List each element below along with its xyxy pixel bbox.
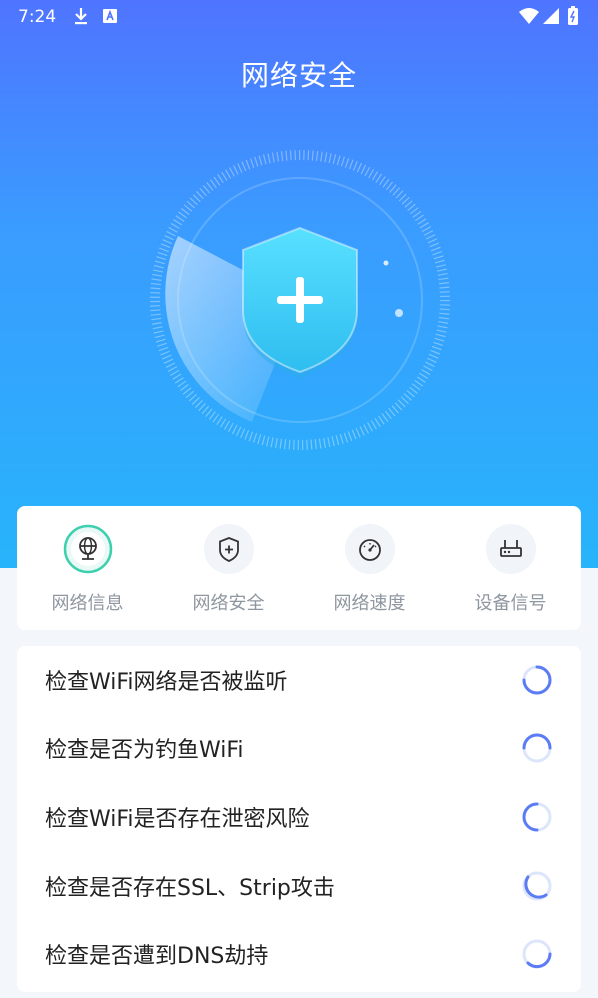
signal-icon <box>543 8 559 24</box>
list-item: 检查WiFi是否存在泄密风险 <box>17 783 581 851</box>
loading-spinner-icon <box>522 665 552 695</box>
list-item: 检查WiFi网络是否被监听 <box>17 646 581 714</box>
status-bar: 7:24 <box>0 0 598 34</box>
page-title: 网络安全 <box>240 59 357 92</box>
check-label: 检查是否遭到DNS劫持 <box>45 944 269 969</box>
hero-background: 7:24 网络安全 <box>0 0 598 568</box>
loading-spinner-icon <box>522 733 552 763</box>
shield-scan-graphic <box>150 150 450 450</box>
loading-spinner-icon <box>522 802 552 832</box>
a-icon <box>103 9 117 23</box>
status-right-icons <box>519 6 578 25</box>
feature-tabs: 网络信息 网络安全 网络速度 设备信号 <box>17 506 581 630</box>
router-icon <box>486 524 536 574</box>
loading-spinner-icon <box>522 871 552 901</box>
shield-plus-icon <box>204 524 254 574</box>
check-label: 检查是否存在SSL、Strip攻击 <box>45 876 335 901</box>
check-label: 检查WiFi是否存在泄密风险 <box>45 807 310 832</box>
speedometer-icon <box>345 524 395 574</box>
tab-network-speed[interactable]: 网络速度 <box>299 506 440 630</box>
tab-device-signal[interactable]: 设备信号 <box>440 506 581 630</box>
check-label: 检查是否为钓鱼WiFi <box>45 738 244 763</box>
tab-network-security[interactable]: 网络安全 <box>158 506 299 630</box>
download-icon <box>75 8 87 25</box>
tab-label: 网络安全 <box>192 593 265 614</box>
list-item: 检查是否遭到DNS劫持 <box>17 920 581 988</box>
globe-network-icon <box>63 524 113 574</box>
tab-network-info[interactable]: 网络信息 <box>17 506 158 630</box>
security-check-list: 检查WiFi网络是否被监听 检查是否为钓鱼WiFi 检查WiFi是否存在泄密风险… <box>17 646 581 992</box>
check-label: 检查WiFi网络是否被监听 <box>45 670 288 695</box>
wifi-icon <box>519 8 539 24</box>
list-item: 检查是否存在SSL、Strip攻击 <box>17 852 581 920</box>
list-item: 检查是否为钓鱼WiFi <box>17 714 581 782</box>
status-time: 7:24 <box>18 7 57 27</box>
loading-spinner-icon <box>522 939 552 969</box>
tab-label: 网络信息 <box>51 593 124 614</box>
tab-label: 网络速度 <box>333 593 406 614</box>
tab-label: 设备信号 <box>474 593 547 614</box>
battery-icon <box>568 6 578 25</box>
